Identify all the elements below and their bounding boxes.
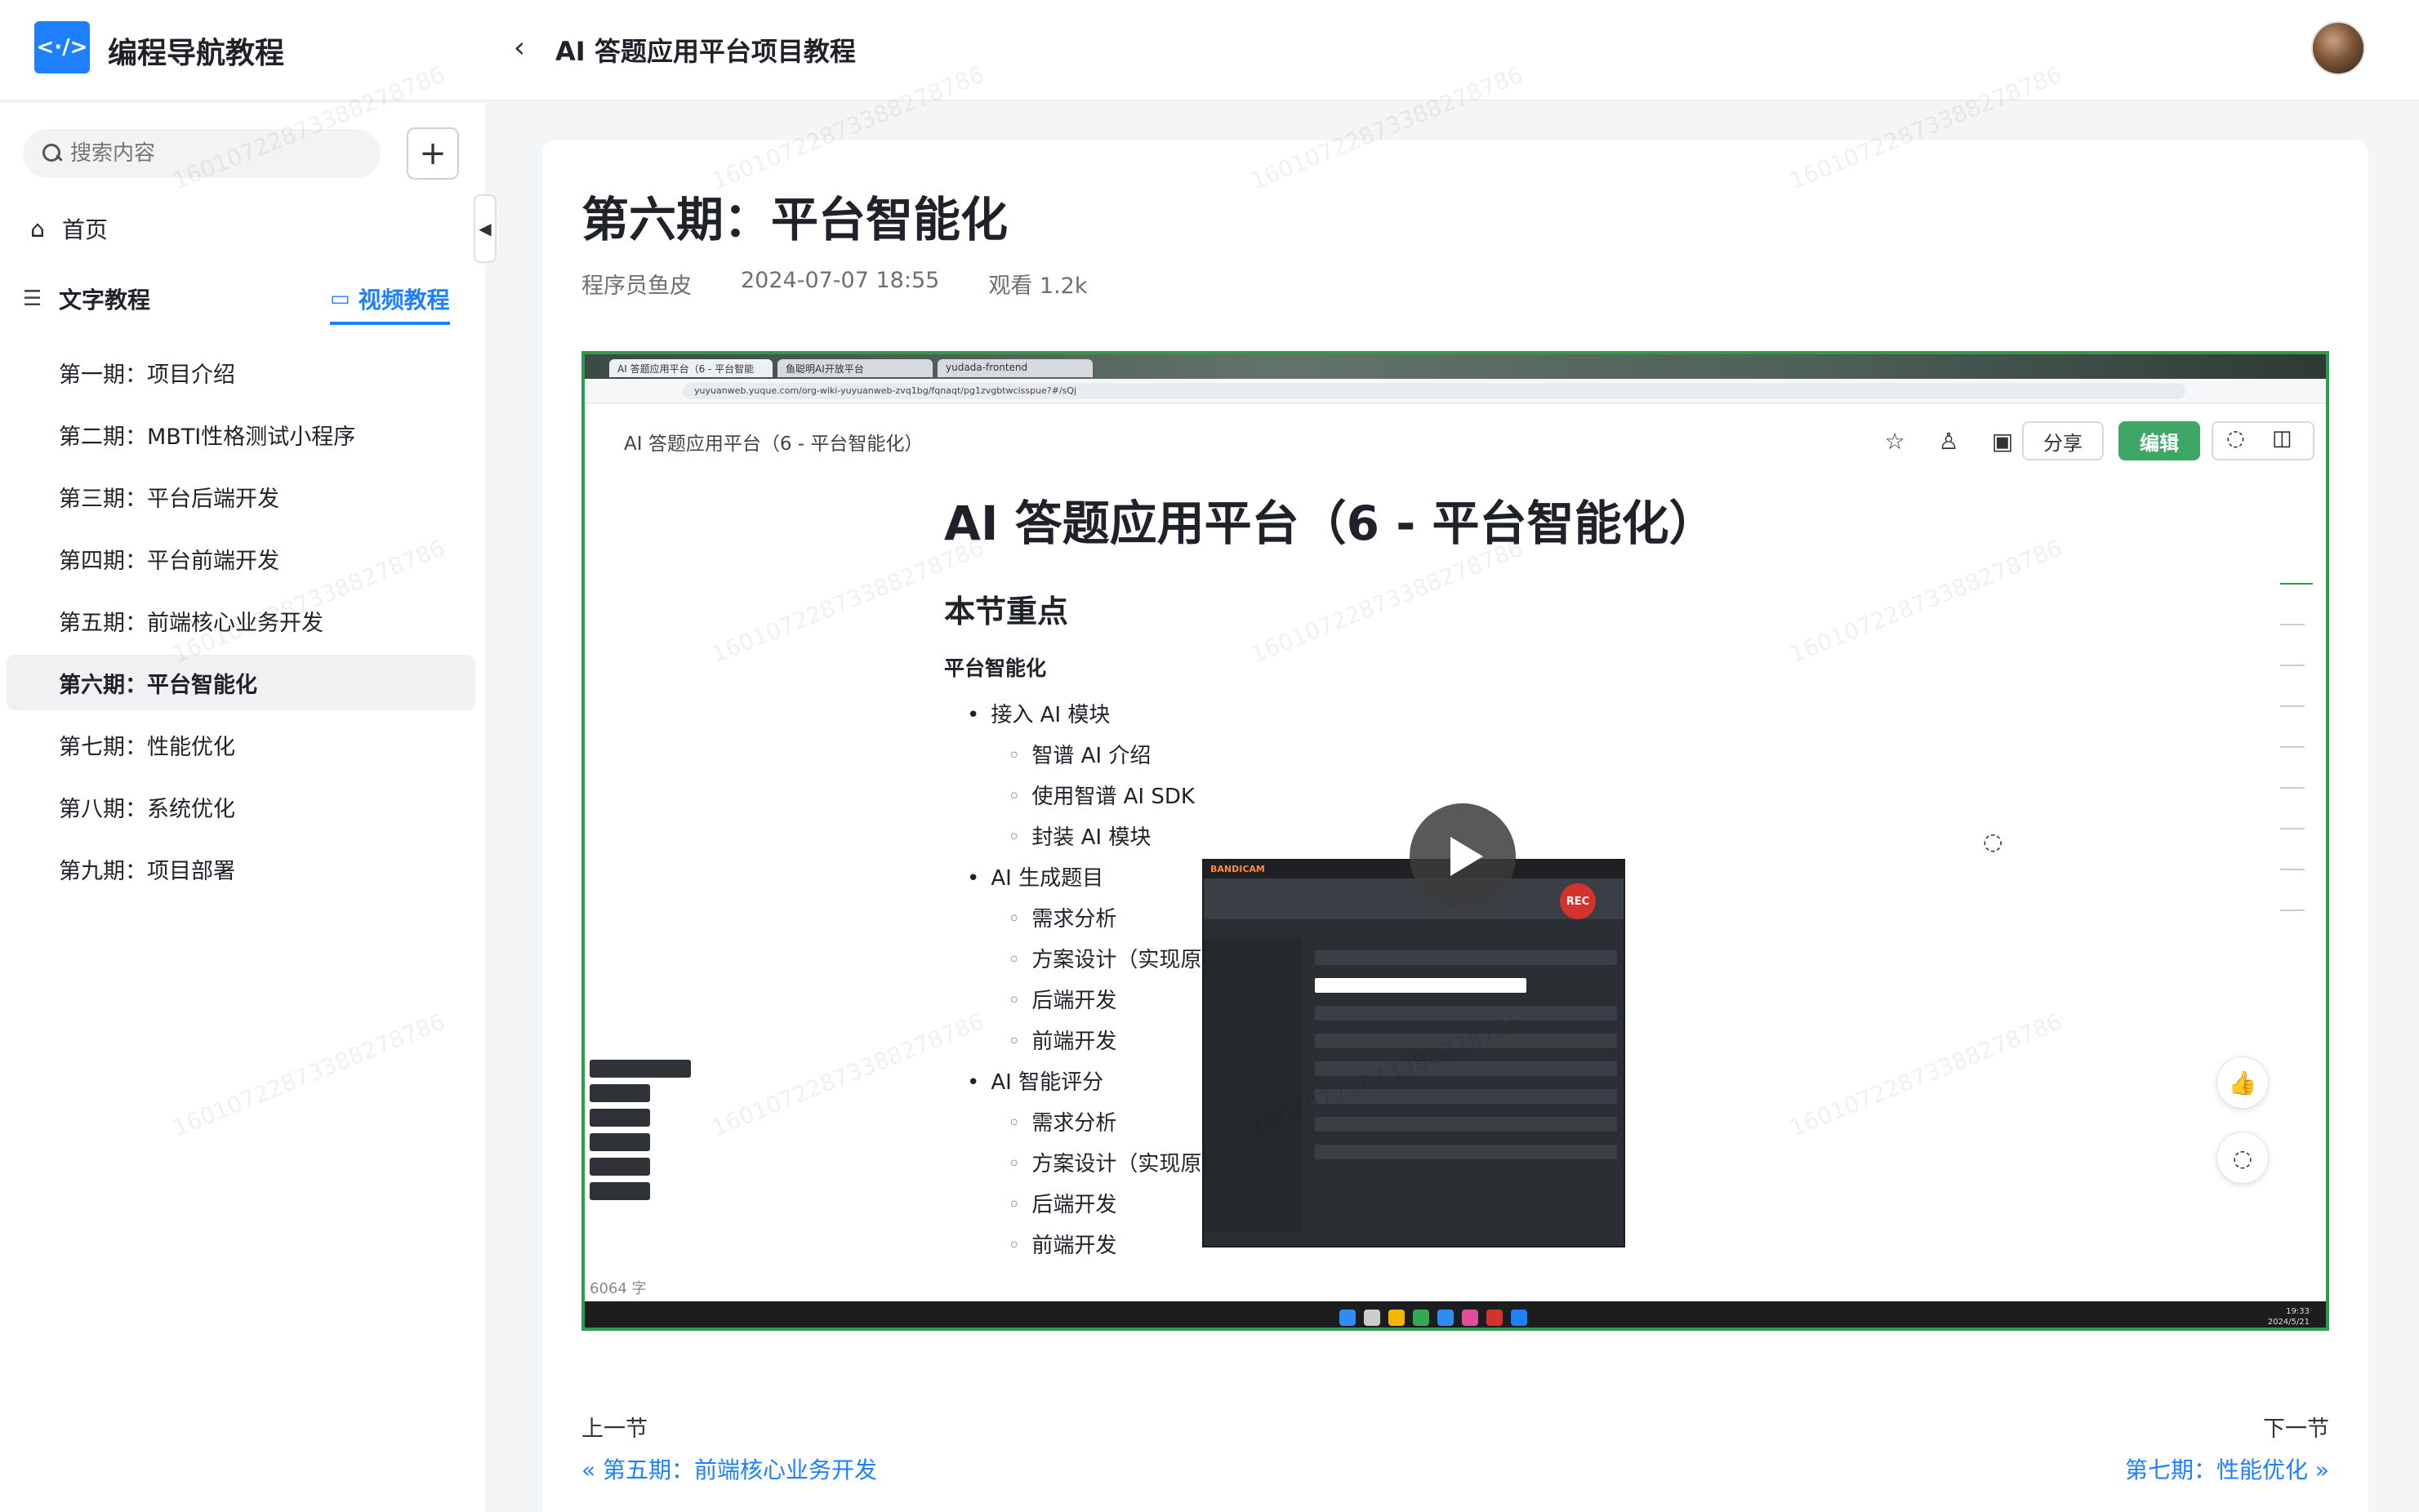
main-content: 第六期：平台智能化 程序员鱼皮 2024-07-07 18:55 观看 1.2k… xyxy=(542,140,2368,1512)
windows-icon xyxy=(1339,1310,1356,1326)
video-edit-button: 编辑 xyxy=(2118,421,2200,460)
comment-icon: ◌ xyxy=(2216,1132,2269,1184)
taskbar-clock: 19:33 2024/5/21 xyxy=(2268,1306,2310,1327)
caret-left-icon: ◀ xyxy=(479,219,492,238)
view-count: 观看 1.2k xyxy=(988,273,1088,299)
author[interactable]: 程序员鱼皮 xyxy=(581,268,692,300)
avatar[interactable] xyxy=(2311,21,2365,75)
search-box[interactable] xyxy=(23,129,381,178)
lesson-item[interactable]: 第五期：前端核心业务开发 xyxy=(7,593,475,648)
tab-video-tutorial[interactable]: ▭ 视频教程 xyxy=(330,282,450,325)
lesson-item[interactable]: 第八期：系统优化 xyxy=(7,779,475,834)
play-button[interactable] xyxy=(1410,803,1516,909)
tab-video-label: 视频教程 xyxy=(358,287,450,314)
lesson-item[interactable]: 第九期：项目部署 xyxy=(7,841,475,896)
comment-icon: ◌ xyxy=(2226,426,2245,451)
comment-icon: ◌ xyxy=(1983,828,2003,855)
sidebar: + ⌂ 首页 ☰ 文字教程 ▭ 视频教程 第一期：项目介绍 第二期：MBTI性格… xyxy=(0,103,485,1512)
video-doc-header: AI 答题应用平台（6 - 平台智能化） ☆ ♙ ▣ 分享 编辑 ◌ ◫ xyxy=(585,403,2326,477)
top-header: <·/> 编程导航教程 ‹ AI 答题应用平台项目教程 xyxy=(0,0,2419,101)
page-title: 第六期：平台智能化 xyxy=(581,192,1009,247)
star-icon: ☆ xyxy=(1884,427,1905,455)
present-icon: ▣ xyxy=(1991,427,2014,455)
next-lesson-link[interactable]: 第七期：性能优化 » xyxy=(2125,1452,2329,1485)
video-browser-tabbar: AI 答题应用平台（6 - 平台智能化） 鱼聪明AI开放平台 yudada-fr… xyxy=(585,354,2326,389)
lesson-item[interactable]: 第七期：性能优化 xyxy=(7,717,475,772)
search-icon xyxy=(41,142,64,165)
bandicam-window: BANDICAM REC xyxy=(1202,859,1625,1247)
add-user-icon: ♙ xyxy=(1938,427,1959,455)
lesson-item[interactable]: 第二期：MBTI性格测试小程序 xyxy=(7,407,475,462)
video-doc-tools: ◌ ◫ xyxy=(2212,421,2314,460)
tab-text-tutorial[interactable]: ☰ 文字教程 xyxy=(23,282,150,315)
video-browser-tab: yudada-frontend xyxy=(938,359,1093,377)
tutorial-tabs: ☰ 文字教程 ▭ 视频教程 xyxy=(23,278,464,327)
lesson-item-active[interactable]: 第六期：平台智能化 xyxy=(7,655,475,710)
publish-date: 2024-07-07 18:55 xyxy=(741,268,940,293)
outline-item: 智谱 AI 介绍 xyxy=(944,736,1924,776)
list-icon: ☰ xyxy=(23,287,42,311)
bandicam-sidebar xyxy=(1204,939,1302,1233)
bandicam-toolbar: REC xyxy=(1204,878,1624,919)
site-title[interactable]: 编程导航教程 xyxy=(108,29,284,72)
taskbar-icons xyxy=(1339,1310,1527,1326)
video-doc-title: AI 答题应用平台（6 - 平台智能化） xyxy=(624,434,924,455)
video-url: yuyuanweb.yuque.com/org-wiki-yuyuanweb-z… xyxy=(683,383,2185,399)
video-side-notes xyxy=(590,1060,691,1207)
video-doc-h3: 平台智能化 xyxy=(944,656,1047,680)
next-label: 下一节 xyxy=(2263,1416,2329,1442)
search-input[interactable] xyxy=(70,141,364,166)
clock-time: 19:33 xyxy=(2286,1307,2310,1316)
video-player[interactable]: AI 答题应用平台（6 - 平台智能化） 鱼聪明AI开放平台 yudada-fr… xyxy=(581,351,2329,1331)
video-outline-rail xyxy=(2280,583,2313,950)
prev-lesson: 上一节 « 第五期：前端核心业务开发 xyxy=(581,1411,877,1485)
add-button[interactable]: + xyxy=(407,127,459,180)
rec-button: REC xyxy=(1560,883,1596,919)
lesson-item[interactable]: 第一期：项目介绍 xyxy=(7,345,475,400)
video-doc-h2: 本节重点 xyxy=(944,594,1069,629)
record-icon xyxy=(1486,1310,1503,1326)
home-icon: ⌂ xyxy=(30,215,45,242)
search-icon xyxy=(1364,1310,1380,1326)
video-urlbar: yuyuanweb.yuque.com/org-wiki-yuyuanweb-z… xyxy=(585,379,2326,403)
next-lesson: 下一节 第七期：性能优化 » xyxy=(2125,1411,2329,1485)
lesson-list: 第一期：项目介绍 第二期：MBTI性格测试小程序 第三期：平台后端开发 第四期：… xyxy=(7,345,475,903)
sidebar-collapse-button[interactable]: ◀ xyxy=(474,194,497,263)
app-icon xyxy=(1437,1310,1454,1326)
chrome-icon xyxy=(1413,1310,1429,1326)
nav-home[interactable]: ⌂ 首页 xyxy=(23,212,108,245)
panel-icon: ◫ xyxy=(2272,426,2292,451)
app-icon xyxy=(1511,1310,1527,1326)
folder-icon xyxy=(1388,1310,1405,1326)
back-button[interactable]: ‹ xyxy=(503,28,536,67)
prev-label: 上一节 xyxy=(581,1416,648,1442)
video-browser-tab: 鱼聪明AI开放平台 xyxy=(777,359,933,377)
like-icon: 👍 xyxy=(2216,1056,2269,1109)
word-count: 6064 字 xyxy=(590,1280,647,1297)
chevron-left-icon: ‹ xyxy=(513,30,526,64)
logo-icon[interactable]: <·/> xyxy=(34,21,90,73)
tab-text-label: 文字教程 xyxy=(59,287,151,314)
lesson-item[interactable]: 第三期：平台后端开发 xyxy=(7,469,475,524)
course-title: AI 答题应用平台项目教程 xyxy=(555,36,856,67)
video-icon: ▭ xyxy=(330,287,350,311)
article-meta: 程序员鱼皮 2024-07-07 18:55 观看 1.2k xyxy=(581,268,1087,300)
video-browser-tab: AI 答题应用平台（6 - 平台智能化） xyxy=(609,359,773,389)
lesson-item[interactable]: 第四期：平台前端开发 xyxy=(7,531,475,586)
bandicam-panel xyxy=(1315,950,1617,1172)
video-taskbar: 19:33 2024/5/21 xyxy=(585,1301,2326,1327)
prev-lesson-link[interactable]: « 第五期：前端核心业务开发 xyxy=(581,1452,877,1485)
video-share-button: 分享 xyxy=(2022,421,2104,460)
clock-date: 2024/5/21 xyxy=(2267,1318,2310,1327)
app-icon xyxy=(1462,1310,1478,1326)
video-doc-h1: AI 答题应用平台（6 - 平台智能化） xyxy=(944,496,1717,551)
nav-home-label: 首页 xyxy=(62,216,109,243)
outline-item: 接入 AI 模块 xyxy=(944,695,1924,736)
